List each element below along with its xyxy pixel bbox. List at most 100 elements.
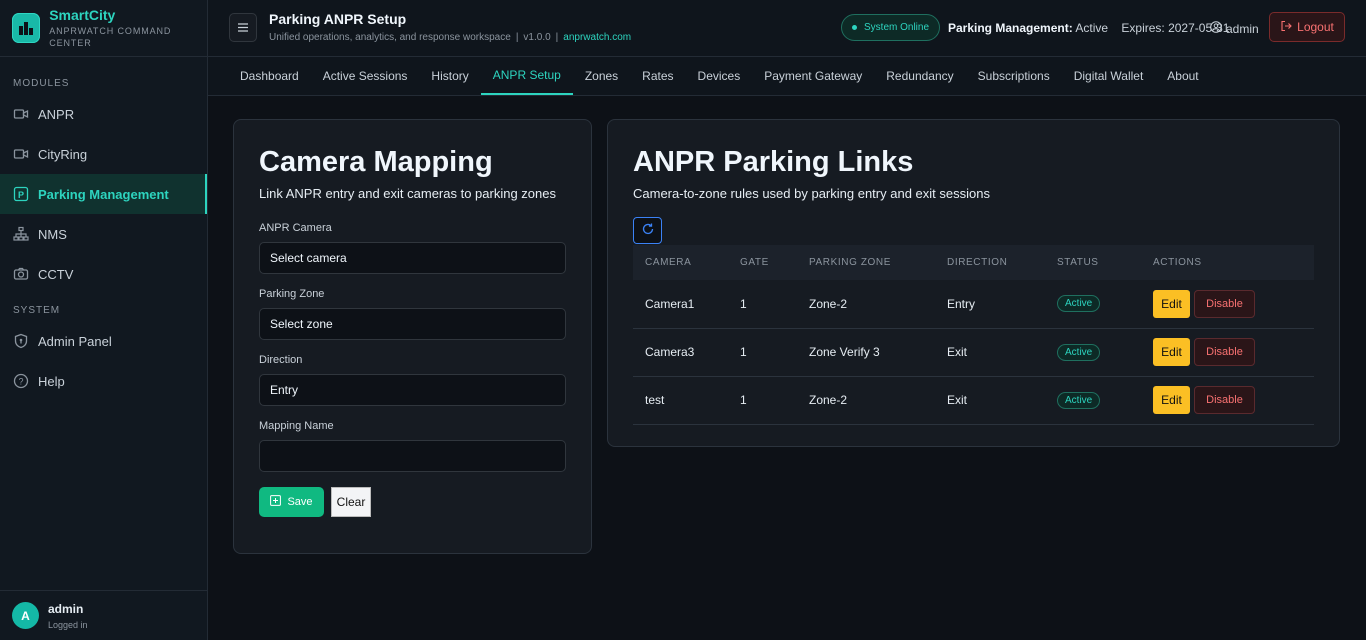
brand-subtitle: ANPRWATCH COMMAND CENTER [49, 26, 172, 48]
column-header-direction: DIRECTION [947, 257, 1008, 268]
cell-gate: 1 [740, 345, 747, 359]
sidebar-item-nms[interactable]: NMS [0, 214, 207, 254]
top-header: Parking ANPR Setup Unified operations, a… [208, 0, 1366, 57]
user-circle-icon [1210, 21, 1226, 36]
save-icon [270, 495, 287, 509]
mapping-name-label: Mapping Name [259, 420, 334, 432]
sidebar-item-cityring[interactable]: CityRing [0, 134, 207, 174]
site-link[interactable]: anprwatch.com [563, 32, 631, 43]
parking-links-subtitle: Camera-to-zone rules used by parking ent… [633, 186, 990, 201]
system-status-badge: System Online [841, 14, 941, 41]
tab-dashboard[interactable]: Dashboard [228, 57, 311, 95]
module-tabs: Dashboard Active Sessions History ANPR S… [208, 57, 1366, 96]
sidebar-item-admin-panel[interactable]: Admin Panel [0, 321, 207, 361]
page-subtitle: Unified operations, analytics, and respo… [269, 32, 632, 43]
sidebar-item-cctv[interactable]: CCTV [0, 254, 207, 294]
save-label: Save [287, 496, 313, 508]
disable-button[interactable]: Disable [1194, 289, 1255, 318]
cell-direction: Exit [947, 393, 968, 407]
column-header-zone: PARKING ZONE [809, 257, 892, 268]
disable-button[interactable]: Disable [1194, 338, 1255, 366]
cell-camera: test [645, 393, 665, 407]
brand[interactable]: SmartCity ANPRWATCH COMMAND CENTER [0, 0, 207, 57]
direction-select[interactable]: Entry [259, 374, 566, 406]
save-button[interactable]: Save [259, 487, 324, 517]
tab-anpr-setup[interactable]: ANPR Setup [480, 57, 573, 95]
svg-text:P: P [18, 190, 24, 200]
tab-rates[interactable]: Rates [630, 57, 685, 95]
tab-subscriptions[interactable]: Subscriptions [966, 57, 1062, 95]
cell-status: Active [1045, 376, 1141, 424]
logout-button[interactable]: Logout [1269, 12, 1345, 42]
table-row: Camera1 1 Zone-2 Entry Active Edit Disabl… [633, 280, 1314, 328]
sidebar: SmartCity ANPRWATCH COMMAND CENTER MODUL… [0, 0, 208, 640]
camera-label: ANPR Camera [259, 222, 332, 234]
sidebar-item-label: Help [38, 373, 65, 389]
table-row: Camera3 1 Zone Verify 3 Exit Active Edit… [633, 328, 1314, 376]
tab-history[interactable]: History [419, 57, 480, 95]
logout-icon [1280, 20, 1297, 35]
tab-payment-gateway[interactable]: Payment Gateway [752, 57, 874, 95]
system-section-label: SYSTEM [13, 305, 61, 316]
status-badge: Active [1057, 295, 1101, 313]
cell-gate: 1 [740, 296, 747, 311]
network-icon [12, 225, 30, 243]
cell-status: Active [1045, 328, 1141, 376]
camera-mapping-card: Camera Mapping Link ANPR entry and exit … [233, 119, 592, 554]
sidebar-item-label: CityRing [38, 146, 88, 162]
mapping-name-input[interactable] [259, 440, 566, 472]
sidebar-item-help[interactable]: ? Help [0, 361, 207, 401]
status-dot-icon [852, 25, 857, 30]
tab-active-sessions[interactable]: Active Sessions [311, 57, 420, 95]
page-title: Parking ANPR Setup [269, 11, 407, 27]
cell-camera: Camera1 [645, 296, 695, 311]
zone-select[interactable]: Select zone [259, 308, 566, 340]
cell-actions: Edit Disable [1141, 328, 1314, 376]
cell-camera: Camera3 [645, 345, 695, 359]
sidebar-item-parking-management[interactable]: P Parking Management [0, 174, 207, 214]
cell-zone: Zone-2 [809, 296, 848, 311]
cell-status: Active [1045, 280, 1141, 328]
edit-button[interactable]: Edit [1153, 386, 1190, 414]
tab-digital-wallet[interactable]: Digital Wallet [1062, 57, 1156, 95]
sidebar-user[interactable]: A admin Logged in [0, 590, 207, 640]
cell-direction: Exit [947, 345, 968, 359]
table-row: test 1 Zone-2 Exit Active Edit Disable [633, 376, 1314, 424]
cell-gate: 1 [740, 393, 747, 407]
clear-button[interactable]: Clear [331, 487, 371, 517]
column-header-status: STATUS [1057, 257, 1099, 268]
parking-icon: P [12, 185, 30, 203]
license-label: Parking Management: [948, 21, 1073, 35]
cell-actions: Edit Disable [1141, 376, 1314, 424]
tab-redundancy[interactable]: Redundancy [874, 57, 965, 95]
refresh-icon [641, 222, 655, 239]
cell-direction: Entry [947, 296, 976, 311]
modules-section-label: MODULES [13, 78, 70, 89]
parking-links-table: CAMERA GATE PARKING ZONE DIRECTION STATU… [633, 245, 1314, 425]
refresh-button[interactable] [633, 217, 662, 244]
tab-devices[interactable]: Devices [686, 57, 753, 95]
workspace-description: Unified operations, analytics, and respo… [269, 32, 511, 43]
brand-title: SmartCity [49, 7, 116, 23]
camera-mapping-subtitle: Link ANPR entry and exit cameras to park… [259, 186, 556, 201]
column-header-actions: ACTIONS [1153, 257, 1202, 268]
edit-button[interactable]: Edit [1153, 338, 1190, 366]
cell-actions: Edit Disable [1141, 280, 1314, 328]
cell-zone: Zone Verify 3 [809, 345, 880, 359]
sidebar-item-label: CCTV [38, 266, 74, 282]
menu-toggle-button[interactable] [229, 13, 257, 42]
avatar: A [12, 602, 39, 629]
header-user[interactable]: admin [1210, 21, 1259, 36]
system-status-text: System Online [864, 22, 930, 33]
disable-button[interactable]: Disable [1194, 386, 1255, 414]
user-name: admin [48, 601, 84, 616]
column-header-gate: GATE [740, 257, 769, 268]
sidebar-item-anpr[interactable]: ANPR [0, 94, 207, 134]
tab-about[interactable]: About [1155, 57, 1210, 95]
status-badge: Active [1057, 391, 1101, 409]
camera-icon [12, 105, 30, 123]
camera-select[interactable]: Select camera [259, 242, 566, 274]
tab-zones[interactable]: Zones [573, 57, 630, 95]
camera-photo-icon [12, 265, 30, 283]
edit-button[interactable]: Edit [1153, 289, 1190, 318]
